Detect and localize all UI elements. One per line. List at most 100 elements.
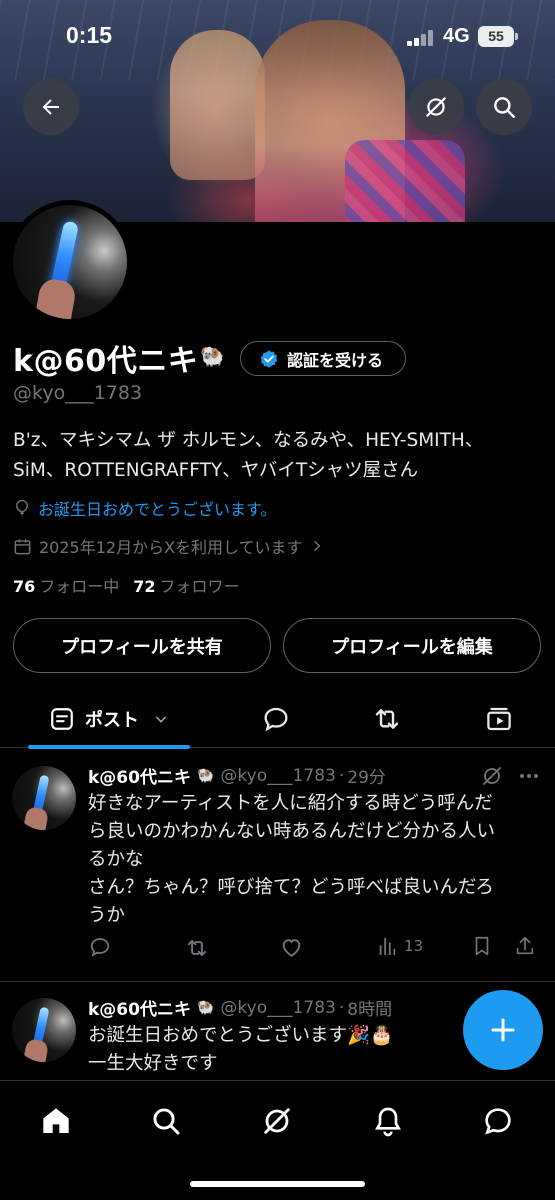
chevron-right-icon xyxy=(313,540,320,552)
views-button[interactable]: 13 xyxy=(376,935,423,957)
post-item[interactable]: k@60代ニキ 🐏 @kyo___1783 · 29分 好きなアーティストを人に… xyxy=(0,763,555,981)
more-options-icon[interactable] xyxy=(517,768,541,784)
tab-posts-label: ポスト xyxy=(85,710,139,731)
post-actions: 13 xyxy=(88,935,534,965)
post-text-line: うか xyxy=(88,905,126,926)
share-icon xyxy=(516,936,534,955)
get-verified-button[interactable]: 認証を受ける xyxy=(240,341,406,376)
search-icon xyxy=(153,1108,180,1135)
home-icon xyxy=(43,1108,69,1133)
tab-media[interactable] xyxy=(475,690,523,748)
avatar-image xyxy=(13,205,127,319)
back-button[interactable] xyxy=(23,79,79,135)
hand xyxy=(22,1038,49,1062)
post-author-handle: @kyo___1783 xyxy=(220,765,336,786)
calendar-icon xyxy=(14,538,31,554)
like-button[interactable] xyxy=(279,935,304,960)
post-avatar[interactable] xyxy=(12,998,76,1062)
post-time: 8時間 xyxy=(347,1000,393,1020)
views-count: 13 xyxy=(404,937,424,955)
post-header: k@60代ニキ 🐏 @kyo___1783 · 8時間 xyxy=(88,995,393,1021)
bookmark-button[interactable] xyxy=(471,935,493,957)
bio-line: SiM、ROTTENGRAFFTY、ヤバイTシャツ屋さん xyxy=(13,460,419,481)
post-time: 29分 xyxy=(347,768,386,788)
reply-icon xyxy=(90,938,110,957)
follow-stats: 76 フォロー中 72 フォロワー xyxy=(13,573,240,597)
grok-button[interactable] xyxy=(408,79,464,135)
post-author-emoji: 🐏 xyxy=(196,767,215,784)
birthday-text: お誕生日おめでとうございます。 xyxy=(38,500,277,519)
posts-icon xyxy=(51,708,73,730)
share-button[interactable] xyxy=(514,935,536,957)
search-icon xyxy=(494,97,515,118)
tab-replies[interactable] xyxy=(252,690,300,748)
heart-icon xyxy=(282,939,301,957)
followers-count: 72 xyxy=(133,577,156,596)
profile-bio: B'z、マキシマム ザ ホルモン、なるみや、HEY-SMITH、 SiM、ROT… xyxy=(13,426,548,486)
chevron-down-icon xyxy=(155,716,167,723)
profile-handle: @kyo___1783 xyxy=(13,382,143,404)
post-avatar[interactable] xyxy=(12,766,76,830)
status-bar: 0:15 4G 55 xyxy=(0,0,555,72)
nav-grok[interactable] xyxy=(255,1099,299,1143)
speech-bubble-icon xyxy=(264,707,288,732)
verified-badge-icon xyxy=(260,349,278,368)
get-verified-label: 認証を受ける xyxy=(287,350,384,370)
post-text-line: るかな xyxy=(88,849,144,870)
compose-post-button[interactable] xyxy=(463,990,543,1070)
following-link[interactable]: 76 フォロー中 xyxy=(13,573,119,597)
video-icon xyxy=(487,707,511,731)
post-text-line: さん？ちゃん？呼び捨て？どう呼べば良いんだろ xyxy=(88,877,494,898)
hand xyxy=(34,277,78,319)
bell-icon xyxy=(375,1107,401,1137)
edit-profile-button[interactable]: プロフィールを編集 xyxy=(283,618,541,673)
separator-dot: · xyxy=(338,765,345,786)
banner-plaid-shirt xyxy=(345,140,465,222)
grok-icon[interactable] xyxy=(480,764,504,788)
profile-avatar[interactable] xyxy=(8,200,132,324)
profile-tabs: ポスト xyxy=(0,690,555,749)
grok-icon xyxy=(264,1108,290,1134)
bio-line: B'z、マキシマム ザ ホルモン、なるみや、HEY-SMITH、 xyxy=(13,430,484,451)
joined-row[interactable]: 2025年12月からXを利用しています xyxy=(13,534,324,558)
hand xyxy=(22,806,49,830)
bar-chart-icon xyxy=(379,937,396,956)
post-text: 好きなアーティストを人に紹介する時どう呼んだ ら良いのかわかんない時あるんだけど… xyxy=(88,790,538,930)
following-count: 76 xyxy=(13,577,36,596)
home-indicator xyxy=(190,1181,365,1187)
grok-icon xyxy=(426,97,446,117)
nav-notifications[interactable] xyxy=(366,1099,410,1143)
nav-messages[interactable] xyxy=(476,1099,520,1143)
followers-link[interactable]: 72 フォロワー xyxy=(133,573,239,597)
birthday-row[interactable]: お誕生日おめでとうございます。 xyxy=(13,496,276,520)
tab-reposts[interactable] xyxy=(363,690,411,748)
share-profile-button[interactable]: プロフィールを共有 xyxy=(13,618,271,673)
post-divider xyxy=(0,981,555,982)
post-header: k@60代ニキ 🐏 @kyo___1783 · 29分 xyxy=(88,763,386,789)
reply-button[interactable] xyxy=(88,935,112,959)
display-name: k@60代ニキ xyxy=(13,344,199,379)
separator-dot: · xyxy=(338,997,345,1018)
nav-search[interactable] xyxy=(144,1099,188,1143)
post-author-handle: @kyo___1783 xyxy=(220,997,336,1018)
post-author-name: k@60代ニキ xyxy=(88,1000,191,1020)
plus-icon xyxy=(491,1018,515,1042)
following-label: フォロー中 xyxy=(39,577,120,596)
followers-label: フォロワー xyxy=(159,577,240,596)
search-button[interactable] xyxy=(476,79,532,135)
battery-icon: 55 xyxy=(478,26,518,47)
post-author-name: k@60代ニキ xyxy=(88,768,191,788)
tab-posts[interactable]: ポスト xyxy=(28,690,190,749)
nav-home[interactable] xyxy=(34,1099,78,1143)
post-text-line: ら良いのかわかんない時あるんだけど分かる人い xyxy=(88,821,496,842)
repost-button[interactable] xyxy=(184,935,210,961)
repost-icon xyxy=(187,939,207,957)
network-type: 4G xyxy=(443,25,470,47)
active-tab-indicator xyxy=(28,745,190,749)
joined-text: 2025年12月からXを利用しています xyxy=(39,538,303,557)
signal-icon xyxy=(407,30,433,46)
balloon-icon xyxy=(16,499,28,516)
name-emoji: 🐏 xyxy=(200,344,225,368)
post-text-line: 好きなアーティストを人に紹介する時どう呼んだ xyxy=(88,793,493,814)
status-time: 0:15 xyxy=(66,22,113,48)
